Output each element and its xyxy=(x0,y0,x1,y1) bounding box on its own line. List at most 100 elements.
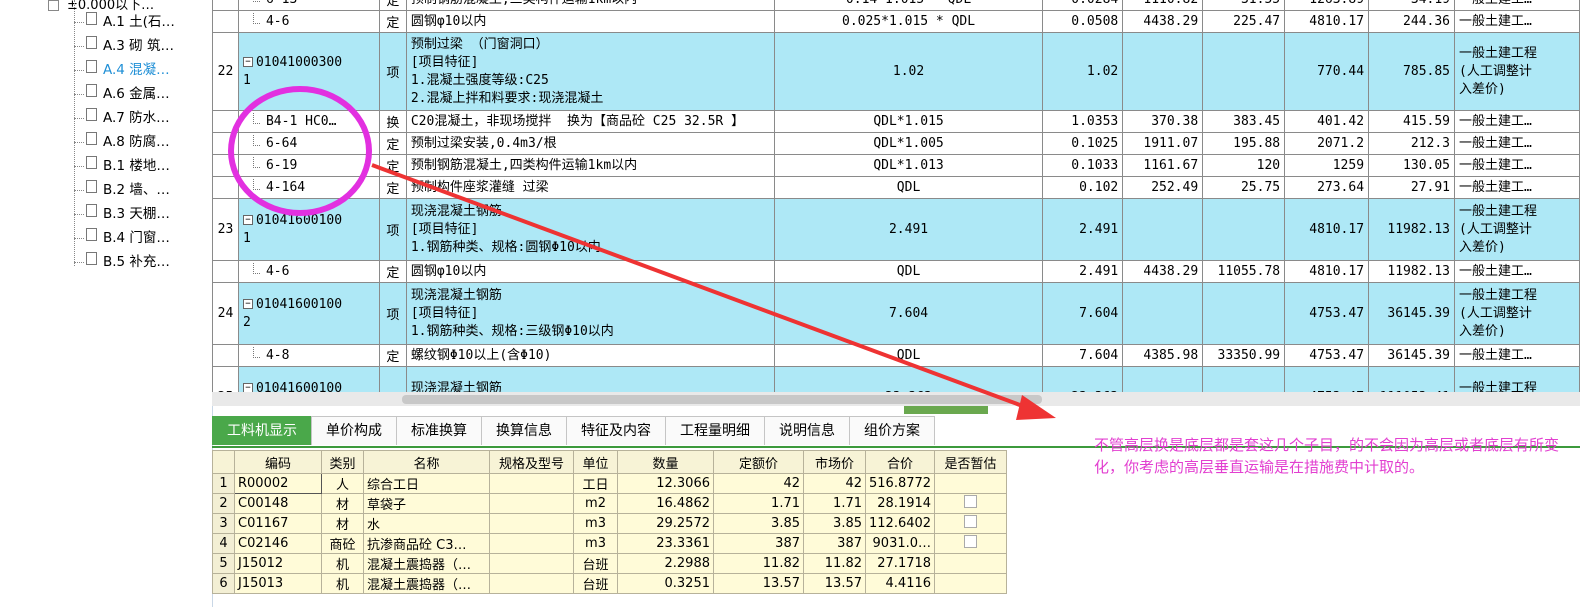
collapse-icon[interactable]: − xyxy=(242,57,253,67)
resource-total-cell[interactable]: 112.6402 xyxy=(864,513,936,534)
resource-cat-cell[interactable]: 材 xyxy=(321,493,364,514)
resource-name-cell[interactable]: 抗渗商品砼 C3… xyxy=(363,533,490,554)
estimate-cell[interactable] xyxy=(934,533,1008,554)
resource-market-cell[interactable]: 42 xyxy=(803,473,866,494)
tree-item[interactable]: A.1 土(石… xyxy=(74,10,175,34)
tab-4[interactable]: 换算信息 xyxy=(481,416,567,445)
column-header[interactable]: 市场价 xyxy=(803,450,866,474)
resource-quota-cell[interactable]: 387 xyxy=(713,533,804,554)
column-header[interactable]: 规格及型号 xyxy=(489,450,574,474)
resource-quota-cell[interactable]: 42 xyxy=(713,473,804,494)
collapse-box-icon[interactable] xyxy=(48,0,59,11)
resource-total-cell[interactable]: 516.8772 xyxy=(864,473,936,494)
category-cell[interactable]: 一般土建工程 (人工调整计 入差价) xyxy=(1454,282,1580,345)
resource-unit-cell[interactable]: m3 xyxy=(573,513,618,534)
resource-row[interactable]: 3 C01167 材水 m3 29.2572 3.85 3.85 112.6402 xyxy=(212,513,1008,534)
resource-name-cell[interactable]: 综合工日 xyxy=(363,473,490,494)
resource-spec-cell[interactable] xyxy=(489,533,574,554)
quantity-expression-cell[interactable]: QDL*1.013 xyxy=(773,154,1044,177)
code-cell[interactable]: −01041600100 3 xyxy=(237,366,380,392)
estimate-cell[interactable] xyxy=(934,573,1008,594)
quota-row[interactable]: 4-8 定螺纹钢Φ10以上(含Φ10) QDL 7.604 4385.98 33350.9… xyxy=(212,344,1580,367)
quantity-cell[interactable]: 7.604 xyxy=(1042,344,1124,367)
tab-7[interactable]: 说明信息 xyxy=(764,416,850,445)
column-header[interactable]: 是否暂估 xyxy=(934,450,1008,474)
estimate-cell[interactable] xyxy=(934,513,1008,534)
resource-quota-cell[interactable]: 3.85 xyxy=(713,513,804,534)
resource-market-cell[interactable]: 13.57 xyxy=(803,573,866,594)
quantity-expression-cell[interactable]: 0.025*1.015 * QDL xyxy=(773,10,1044,33)
quantity-expression-cell[interactable]: QDL*1.005 xyxy=(773,132,1044,155)
quota-row[interactable]: 4-6 定圆钢φ10以内 0.025*1.015 * QDL 0.0508 4438.2… xyxy=(212,10,1580,33)
resource-name-cell[interactable]: 水 xyxy=(363,513,490,534)
tree-item[interactable]: A.7 防水… xyxy=(74,106,170,130)
category-cell[interactable]: 一般土建工… xyxy=(1454,344,1580,367)
resource-spec-cell[interactable] xyxy=(489,473,574,494)
category-cell[interactable]: 一般土建工… xyxy=(1454,0,1580,11)
quantity-cell[interactable]: 0.102 xyxy=(1042,176,1124,199)
resource-name-cell[interactable]: 混凝土震捣器（… xyxy=(363,553,490,574)
quantity-cell[interactable]: 0.0284 xyxy=(1042,0,1124,11)
bill-item-row[interactable]: 22−01041000300 1 项预制过梁 （门窗洞口） [项目特征] 1.混凝… xyxy=(212,32,1580,111)
resource-spec-cell[interactable] xyxy=(489,513,574,534)
resource-market-cell[interactable]: 11.82 xyxy=(803,553,866,574)
quantity-cell[interactable]: 0.1025 xyxy=(1042,132,1124,155)
name-cell[interactable]: 现浇混凝土钢筋 [项目特征] 1.钢筋种类、规格:三级钢Φ10以内 xyxy=(405,282,775,345)
resource-market-cell[interactable]: 1.71 xyxy=(803,493,866,514)
tree-item[interactable]: B.1 楼地… xyxy=(74,154,170,178)
resource-row[interactable]: 4 C02146 商砼 抗渗商品砼 C3… m3 23.3361 387 387 9031.0… xyxy=(212,533,1008,554)
resource-total-cell[interactable]: 28.1914 xyxy=(864,493,936,514)
name-cell[interactable]: 圆钢φ10以内 xyxy=(405,260,775,283)
resource-code-cell[interactable]: C01167 xyxy=(234,513,322,534)
resource-unit-cell[interactable]: m2 xyxy=(573,493,618,514)
resource-cat-cell[interactable]: 材 xyxy=(321,513,364,534)
code-cell[interactable]: 4-6 xyxy=(237,260,380,283)
quantity-cell[interactable]: 7.604 xyxy=(1042,282,1124,345)
splitter-handle[interactable] xyxy=(904,406,988,414)
quantity-cell[interactable]: 0.0508 xyxy=(1042,10,1124,33)
quantity-expression-cell[interactable]: QDL xyxy=(773,260,1044,283)
tab-1[interactable]: 工料机显示 xyxy=(212,416,312,445)
resource-spec-cell[interactable] xyxy=(489,493,574,514)
column-header[interactable]: 数量 xyxy=(617,450,714,474)
column-header[interactable]: 单位 xyxy=(573,450,618,474)
tree-item[interactable]: A.4 混凝… xyxy=(74,58,170,82)
resource-total-cell[interactable]: 4.4116 xyxy=(864,573,936,594)
name-cell[interactable]: 螺纹钢Φ10以上(含Φ10) xyxy=(405,344,775,367)
resource-code-cell[interactable]: J15012 xyxy=(234,553,322,574)
quota-row[interactable]: B4-1 HC0… 换 C20混凝土，非现场搅拌 换为【商品砼 C25 32.5R … xyxy=(212,110,1580,133)
tree-item[interactable]: B.4 门窗… xyxy=(74,226,170,250)
tree-item[interactable]: B.5 补充… xyxy=(74,250,170,274)
resource-spec-cell[interactable] xyxy=(489,553,574,574)
category-cell[interactable]: 一般土建工… xyxy=(1454,10,1580,33)
code-cell[interactable]: −01041600100 2 xyxy=(237,282,380,345)
name-cell[interactable]: 预制过梁安装,0.4m3/根 xyxy=(405,132,775,155)
resource-cat-cell[interactable]: 人 xyxy=(321,473,364,494)
resource-qty-cell[interactable]: 0.3251 xyxy=(617,573,714,594)
category-cell[interactable]: 一般土建工… xyxy=(1454,260,1580,283)
collapse-icon[interactable]: − xyxy=(242,299,253,309)
tab-3[interactable]: 标准换算 xyxy=(396,416,482,445)
resource-row[interactable]: 2 C00148 材草袋子 m2 16.4862 1.71 1.71 28.1914 xyxy=(212,493,1008,514)
estimate-checkbox[interactable] xyxy=(964,515,978,528)
name-cell[interactable]: C20混凝土，非现场搅拌 换为【商品砼 C25 32.5R 】 xyxy=(405,110,775,133)
quantity-expression-cell[interactable]: 2.491 xyxy=(773,198,1044,261)
name-cell[interactable]: 圆钢φ10以内 xyxy=(405,10,775,33)
resource-total-cell[interactable]: 9031.0… xyxy=(864,533,936,554)
resource-row[interactable]: 5 J15012 机混凝土震捣器（… 台班 2.2988 11.82 11.82 27.171… xyxy=(212,553,1008,574)
resource-cat-cell[interactable]: 机 xyxy=(321,573,364,594)
horizontal-scrollbar[interactable] xyxy=(212,392,1580,406)
bill-item-row[interactable]: 23−01041600100 1 项现浇混凝土钢筋 [项目特征] 1.钢筋种类、规… xyxy=(212,198,1580,261)
category-cell[interactable]: 一般土建工… xyxy=(1454,110,1580,133)
tree-item[interactable]: A.6 金属… xyxy=(74,82,170,106)
column-header[interactable]: 名称 xyxy=(363,450,490,474)
resource-row[interactable]: 1 R00002 人综合工日 工日 12.3066 42 42 516.8772 xyxy=(212,473,1008,494)
resource-quota-cell[interactable]: 1.71 xyxy=(713,493,804,514)
tab-8[interactable]: 组价方案 xyxy=(849,416,935,445)
resource-qty-cell[interactable]: 29.2572 xyxy=(617,513,714,534)
category-cell[interactable]: 一般土建工程 (人工调整计 入差价) xyxy=(1454,198,1580,261)
resource-cat-cell[interactable]: 商砼 xyxy=(321,533,364,554)
collapse-icon[interactable]: − xyxy=(242,383,253,392)
category-cell[interactable]: 一般土建工程 (人工调整计 xyxy=(1454,366,1580,392)
tree-item[interactable]: B.2 墙、… xyxy=(74,178,170,202)
